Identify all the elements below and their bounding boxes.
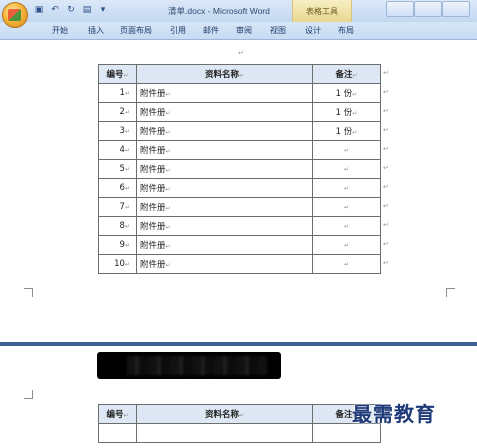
tab-references[interactable]: 引用 [170, 25, 186, 36]
close-button[interactable] [442, 1, 470, 17]
cell-number[interactable]: 6↵ [98, 178, 137, 198]
header-cell-name[interactable]: 资料名称↵ [136, 404, 313, 424]
row-end-mark: ↵ [383, 183, 389, 191]
office-logo-icon [8, 9, 21, 21]
cell-number[interactable]: 3↵ [98, 121, 137, 141]
cell-name[interactable]: 附件册↵ [136, 140, 313, 160]
tab-design[interactable]: 设计 [305, 25, 321, 36]
cell-note[interactable]: ↵ [312, 178, 381, 198]
cell-note[interactable]: ↵ [312, 216, 381, 236]
document-page[interactable]: ↵ 编号↵ 资料名称↵ 备注↵ 1↵ 附件册↵ 1 份↵ 2↵ 附件册↵ 1 份↵ 3↵ 附件… [0, 40, 477, 342]
cell-note[interactable]: ↵ [312, 235, 381, 255]
document-table-2[interactable]: 编号↵ 资料名称↵ 备注↵ [98, 404, 381, 443]
table-tools-context-tab: 表格工具 [292, 0, 352, 22]
customize-icon[interactable]: ▾ [97, 4, 109, 16]
cell-name[interactable]: 附件册↵ [136, 83, 313, 103]
cell-name[interactable]: 附件册↵ [136, 235, 313, 255]
row-end-mark: ↵ [383, 107, 389, 115]
table-row: 5↵ 附件册↵ ↵ [98, 159, 381, 179]
tab-page-layout[interactable]: 页面布局 [120, 25, 152, 36]
redo-icon[interactable]: ↻ [65, 4, 77, 16]
cell-name[interactable]: 附件册↵ [136, 178, 313, 198]
row-end-mark: ↵ [383, 164, 389, 172]
tab-layout[interactable]: 布局 [338, 25, 354, 36]
crop-mark [24, 390, 33, 399]
table-cell[interactable] [136, 423, 313, 443]
title-bar: ▣ ↶ ↻ ▤ ▾ 清单.docx - Microsoft Word 表格工具 [0, 0, 477, 28]
cell-note[interactable]: ↵ [312, 159, 381, 179]
cell-name[interactable]: 附件册↵ [136, 159, 313, 179]
cell-number[interactable]: 2↵ [98, 102, 137, 122]
table-row [98, 423, 381, 443]
cell-name[interactable]: 附件册↵ [136, 121, 313, 141]
cell-number[interactable]: 1↵ [98, 83, 137, 103]
row-end-mark: ↵ [383, 240, 389, 248]
cell-number[interactable]: 9↵ [98, 235, 137, 255]
row-end-mark: ↵ [383, 221, 389, 229]
redaction-block [97, 352, 281, 379]
cell-name[interactable]: 附件册↵ [136, 216, 313, 236]
cell-number[interactable]: 8↵ [98, 216, 137, 236]
table-row: 9↵ 附件册↵ ↵ [98, 235, 381, 255]
tab-view[interactable]: 视图 [270, 25, 286, 36]
cell-note[interactable]: 1 份↵ [312, 83, 381, 103]
crop-mark [24, 288, 33, 297]
tab-home[interactable]: 开始 [52, 25, 68, 36]
table-cell[interactable] [98, 423, 137, 443]
table-row: 4↵ 附件册↵ ↵ [98, 140, 381, 160]
row-end-mark: ↵ [383, 145, 389, 153]
table-header-row: 编号↵ 资料名称↵ 备注↵ [98, 404, 381, 424]
cell-name[interactable]: 附件册↵ [136, 102, 313, 122]
print-preview-icon[interactable]: ▤ [81, 4, 93, 16]
cell-number[interactable]: 10↵ [98, 254, 137, 274]
header-cell-number[interactable]: 编号↵ [98, 64, 137, 84]
save-icon[interactable]: ▣ [33, 4, 45, 16]
cell-number[interactable]: 5↵ [98, 159, 137, 179]
cell-note[interactable]: 1 份↵ [312, 102, 381, 122]
ribbon-tab-bar: 开始 插入 页面布局 引用 邮件 审阅 视图 设计 布局 [0, 22, 477, 40]
table-row: 7↵ 附件册↵ ↵ [98, 197, 381, 217]
window-title: 清单.docx - Microsoft Word [168, 6, 270, 16]
cell-name[interactable]: 附件册↵ [136, 197, 313, 217]
row-end-mark: ↵ [383, 202, 389, 210]
table-row: 3↵ 附件册↵ 1 份↵ [98, 121, 381, 141]
document-table[interactable]: 编号↵ 资料名称↵ 备注↵ 1↵ 附件册↵ 1 份↵ 2↵ 附件册↵ 1 份↵ 3↵ 附件册↵… [98, 64, 381, 274]
cell-name[interactable]: 附件册↵ [136, 254, 313, 274]
row-end-mark: ↵ [383, 88, 389, 96]
row-end-mark: ↵ [383, 126, 389, 134]
maximize-button[interactable] [414, 1, 442, 17]
row-end-mark: ↵ [383, 69, 389, 77]
cell-note[interactable]: ↵ [312, 197, 381, 217]
cell-number[interactable]: 7↵ [98, 197, 137, 217]
cell-number[interactable]: 4↵ [98, 140, 137, 160]
table-row: 1↵ 附件册↵ 1 份↵ [98, 83, 381, 103]
crop-mark [446, 288, 455, 297]
header-cell-number[interactable]: 编号↵ [98, 404, 137, 424]
office-button[interactable] [2, 2, 28, 28]
paragraph-mark: ↵ [238, 49, 244, 57]
minimize-button[interactable] [386, 1, 414, 17]
row-end-mark: ↵ [383, 259, 389, 267]
undo-icon[interactable]: ↶ [49, 4, 61, 16]
table-row: 6↵ 附件册↵ ↵ [98, 178, 381, 198]
tab-insert[interactable]: 插入 [88, 25, 104, 36]
table-row: 10↵ 附件册↵ ↵ [98, 254, 381, 274]
table-row: 2↵ 附件册↵ 1 份↵ [98, 102, 381, 122]
cell-note[interactable]: ↵ [312, 254, 381, 274]
tab-mailings[interactable]: 邮件 [203, 25, 219, 36]
context-tab-label: 表格工具 [306, 7, 338, 16]
header-cell-note[interactable]: 备注↵ [312, 64, 381, 84]
cell-note[interactable]: 1 份↵ [312, 121, 381, 141]
header-cell-name[interactable]: 资料名称↵ [136, 64, 313, 84]
table-row: 8↵ 附件册↵ ↵ [98, 216, 381, 236]
quick-access-toolbar: ▣ ↶ ↻ ▤ ▾ [33, 4, 109, 17]
cell-note[interactable]: ↵ [312, 140, 381, 160]
table-header-row: 编号↵ 资料名称↵ 备注↵ [98, 64, 381, 84]
tab-review[interactable]: 审阅 [236, 25, 252, 36]
watermark-text: 最需教育 [352, 402, 436, 426]
